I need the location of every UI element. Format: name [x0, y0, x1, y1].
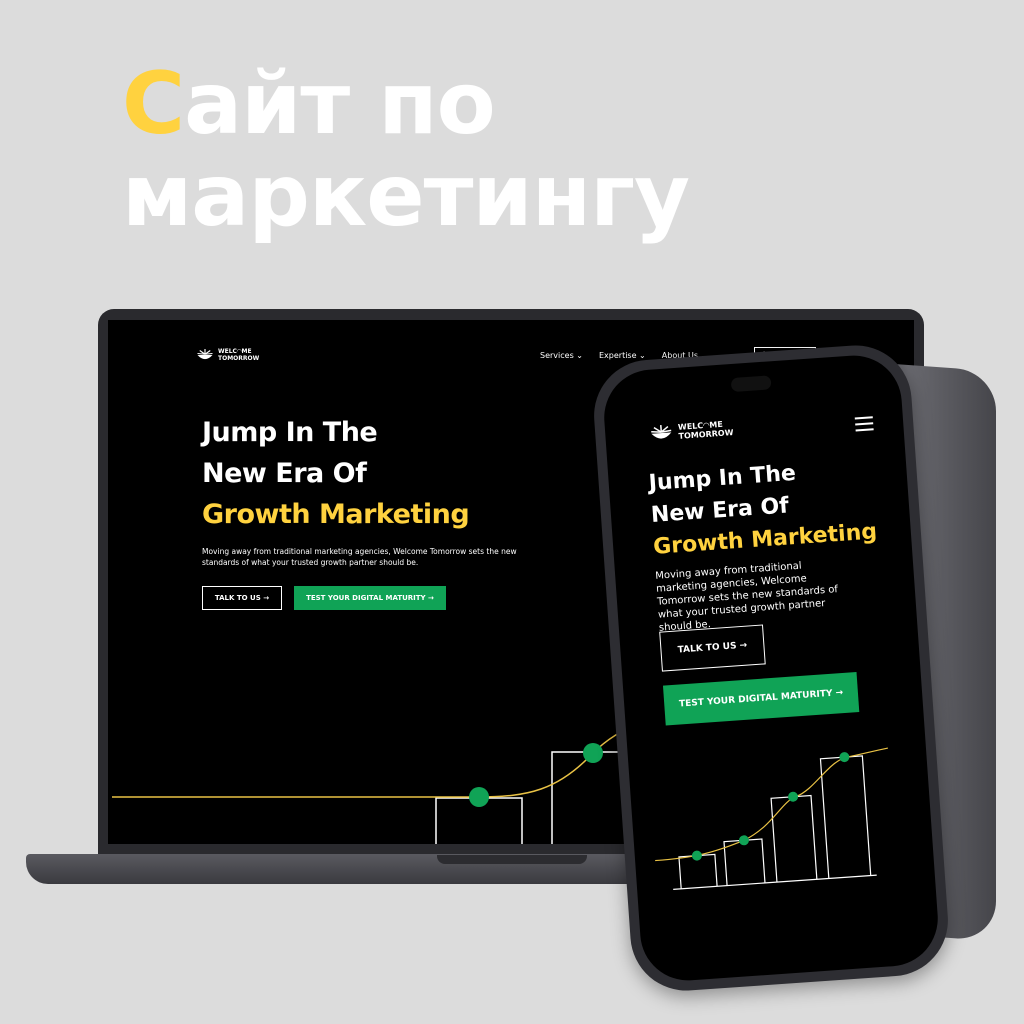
- logo-line1: WELC◠ME: [218, 348, 252, 355]
- dynamic-island: [730, 375, 772, 393]
- graphic-curve: [112, 723, 639, 798]
- graphic-bar: [819, 755, 872, 879]
- test-digital-maturity-button[interactable]: TEST YOUR DIGITAL MATURITY →: [294, 586, 446, 610]
- headline-line2: маркетингу: [122, 146, 690, 246]
- graphic-dot: [691, 850, 702, 861]
- logo-text: WELC◠ME TOMORROW: [678, 419, 739, 441]
- headline-line1: айт по: [184, 54, 496, 154]
- mobile-growth-graphic: [655, 747, 888, 890]
- nav-services[interactable]: Services ⌄: [540, 351, 583, 360]
- menu-icon[interactable]: [854, 416, 874, 435]
- logo-line2: TOMORROW: [218, 355, 260, 362]
- graphic-dot: [839, 752, 850, 763]
- graphic-dot: [469, 787, 489, 807]
- mobile-hero-description: Moving away from traditional marketing a…: [654, 560, 839, 634]
- hero-line2: New Era Of: [202, 458, 367, 489]
- laptop-notch: [437, 855, 587, 864]
- desktop-hero-title: Jump In The New Era Of Growth Marketing: [202, 412, 470, 535]
- graphic-baseline: [673, 874, 877, 890]
- graphic-dot: [738, 835, 749, 846]
- logo-mark-icon: [197, 349, 213, 360]
- headline-accent-letter: С: [122, 54, 185, 154]
- nav-expertise[interactable]: Expertise ⌄: [599, 351, 646, 360]
- mobile-logo[interactable]: WELC◠ME TOMORROW: [649, 418, 739, 444]
- desktop-hero-description: Moving away from traditional marketing a…: [202, 547, 517, 567]
- talk-to-us-button[interactable]: TALK TO US →: [659, 624, 766, 672]
- hero-line3: Growth Marketing: [202, 499, 470, 530]
- graphic-bar: [770, 794, 818, 883]
- headline: Сайт по маркетингу: [122, 58, 822, 242]
- phone-screen: WELC◠ME TOMORROW Jump In The New Era Of …: [601, 352, 941, 984]
- logo-mark-icon: [651, 425, 672, 439]
- logo-text: WELC◠ME TOMORROW: [218, 348, 278, 362]
- desktop-logo[interactable]: WELC◠ME TOMORROW: [196, 348, 278, 362]
- graphic-dot: [583, 743, 603, 763]
- hero-line1: Jump In The: [202, 417, 378, 448]
- test-digital-maturity-button[interactable]: TEST YOUR DIGITAL MATURITY →: [662, 672, 860, 726]
- mobile-hero-title: Jump In The New Era Of Growth Marketing: [648, 452, 878, 563]
- talk-to-us-button[interactable]: TALK TO US →: [202, 586, 282, 610]
- phone-frame: WELC◠ME TOMORROW Jump In The New Era Of …: [590, 341, 952, 995]
